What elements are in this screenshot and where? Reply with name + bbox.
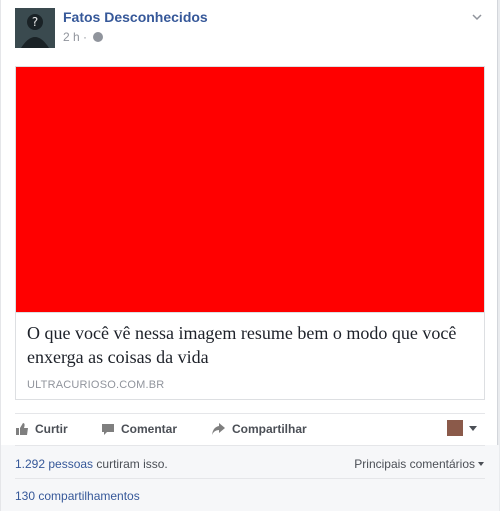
like-label: Curtir <box>35 422 68 436</box>
post-meta: 2 h · <box>63 30 104 44</box>
share-button[interactable]: Compartilhar <box>211 422 307 436</box>
action-bar: Curtir Comentar Compartilhar <box>15 416 485 444</box>
share-domain: ULTRACURIOSO.COM.BR <box>27 379 165 391</box>
likes-suffix: curtiram isso. <box>93 457 168 471</box>
caret-down-icon[interactable] <box>469 426 477 431</box>
likes-summary: 1.292 pessoas curtiram isso. <box>15 457 168 471</box>
post-header: ? Fatos Desconhecidos 2 h · <box>15 8 485 50</box>
divider <box>15 478 485 479</box>
share-label: Compartilhar <box>232 422 307 436</box>
chevron-down-icon[interactable] <box>471 11 483 23</box>
divider <box>15 413 485 414</box>
svg-text:?: ? <box>32 15 38 29</box>
shares-count-link[interactable]: 130 compartilhamentos <box>15 489 140 503</box>
post-time[interactable]: 2 h <box>63 30 80 44</box>
top-comments-dropdown[interactable]: Principais comentários <box>354 457 484 471</box>
comment-button[interactable]: Comentar <box>101 422 177 436</box>
globe-icon <box>93 32 104 42</box>
comment-label: Comentar <box>121 422 178 436</box>
page-name-link[interactable]: Fatos Desconhecidos <box>63 9 208 25</box>
like-button[interactable]: Curtir <box>15 422 68 436</box>
caret-down-icon <box>478 462 484 466</box>
share-image[interactable] <box>16 67 484 313</box>
meta-separator: · <box>83 30 88 44</box>
top-comments-label: Principais comentários <box>354 457 475 471</box>
reactor-avatar[interactable] <box>447 420 463 436</box>
divider <box>15 445 485 446</box>
comment-icon <box>102 424 114 435</box>
share-title[interactable]: O que você vê nessa imagem resume bem o … <box>27 321 475 369</box>
likes-count-link[interactable]: 1.292 pessoas <box>15 457 93 471</box>
post-card: ? Fatos Desconhecidos 2 h · O que você v… <box>0 0 499 511</box>
link-share-attachment[interactable]: O que você vê nessa imagem resume bem o … <box>15 66 485 400</box>
page-avatar[interactable]: ? <box>15 8 55 48</box>
thumbs-up-icon <box>16 423 28 435</box>
share-arrow-icon <box>212 423 225 435</box>
